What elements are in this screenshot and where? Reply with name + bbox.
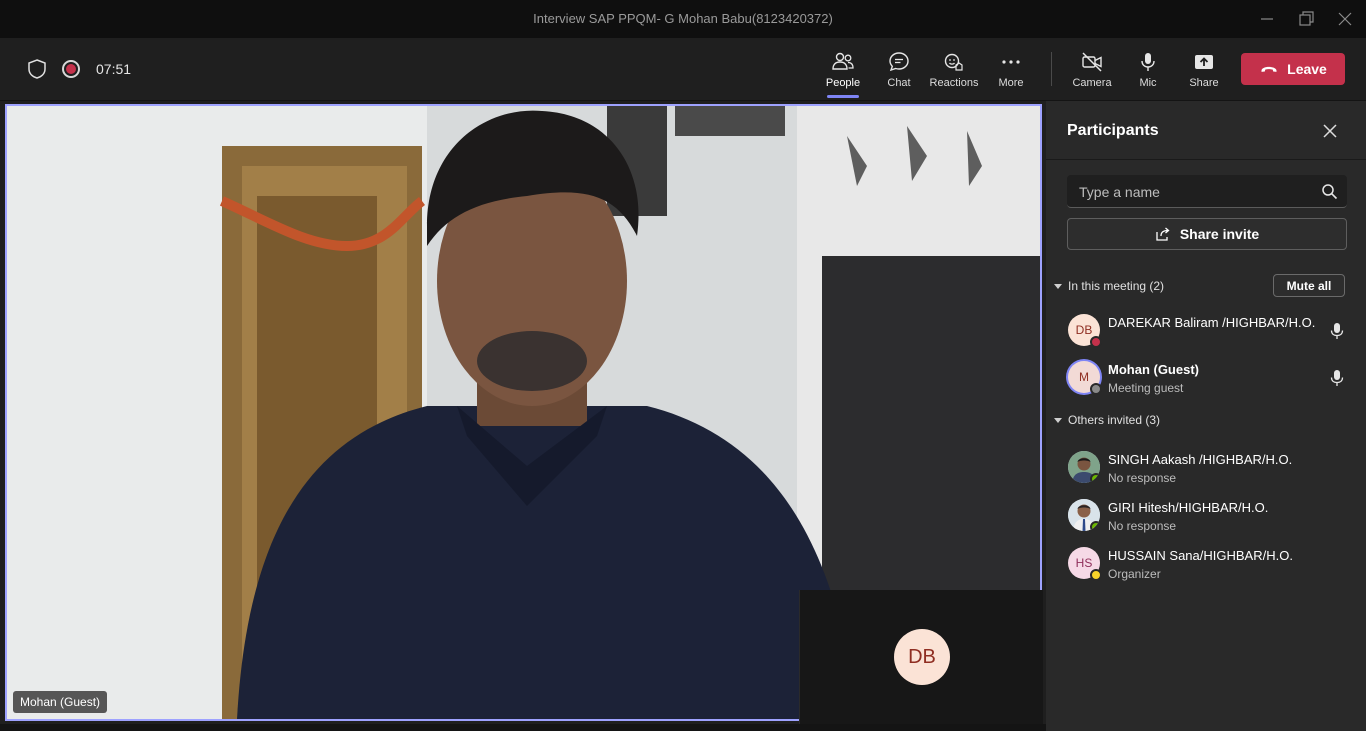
share-invite-label: Share invite	[1179, 226, 1260, 242]
participant-status-text: No response	[1108, 471, 1177, 485]
window-title: Interview SAP PPQM- G Mohan Babu(8123420…	[533, 11, 833, 26]
participant-name: GIRI Hitesh/HIGHBAR/H.O.	[1108, 500, 1269, 515]
avatar: HS	[1068, 547, 1102, 581]
shield-icon[interactable]	[26, 58, 48, 80]
reactions-icon	[944, 53, 963, 71]
minimize-icon[interactable]	[1256, 8, 1278, 30]
camera-label: Camera	[1072, 77, 1112, 89]
leave-button[interactable]: Leave	[1241, 53, 1345, 85]
meeting-toolbar: 07:51 People Chat Reactions More Camera …	[0, 38, 1366, 101]
participant-name: SINGH Aakash /HIGHBAR/H.O.	[1108, 452, 1293, 467]
bottom-strip	[0, 724, 1046, 731]
participant-search[interactable]	[1067, 175, 1347, 208]
search-icon[interactable]	[1321, 183, 1338, 200]
search-input[interactable]	[1067, 175, 1307, 208]
camera-button[interactable]: Camera	[1064, 48, 1120, 98]
busy-status-icon	[1090, 336, 1102, 348]
avatar: DB	[1068, 314, 1102, 348]
participant-row[interactable]: DB DAREKAR Baliram /HIGHBAR/H.O.	[1046, 310, 1366, 356]
chevron-down-icon	[1054, 417, 1062, 423]
others-invited-label: Others invited (3)	[1068, 413, 1161, 427]
others-invited-section-toggle[interactable]: Others invited (3)	[1054, 413, 1160, 427]
meeting-timer: 07:51	[96, 61, 132, 77]
participant-name: Mohan (Guest)	[1108, 362, 1199, 377]
mute-all-button[interactable]: Mute all	[1273, 274, 1345, 297]
title-bar: Interview SAP PPQM- G Mohan Babu(8123420…	[0, 0, 1366, 38]
panel-title: Participants	[1067, 122, 1159, 139]
leave-label: Leave	[1287, 61, 1327, 77]
close-panel-icon[interactable]	[1320, 121, 1340, 141]
share-icon	[1195, 55, 1213, 69]
participant-row[interactable]: SINGH Aakash /HIGHBAR/H.O. No response	[1046, 447, 1366, 493]
away-status-icon	[1090, 569, 1102, 581]
reactions-label: Reactions	[929, 77, 979, 89]
camera-off-icon	[1082, 52, 1102, 72]
participant-status-text: No response	[1108, 519, 1177, 533]
available-status-icon	[1090, 473, 1100, 483]
chat-icon	[889, 52, 909, 72]
participant-role: Organizer	[1108, 567, 1161, 581]
participant-row[interactable]: HS HUSSAIN Sana/HIGHBAR/H.O. Organizer	[1046, 543, 1366, 589]
in-meeting-section-toggle[interactable]: In this meeting (2)	[1054, 279, 1164, 293]
close-window-icon[interactable]	[1334, 8, 1356, 30]
hang-up-icon	[1261, 66, 1277, 72]
self-view-tile[interactable]: DB	[799, 590, 1043, 731]
self-avatar: DB	[894, 629, 950, 685]
mic-icon[interactable]	[1329, 322, 1345, 340]
chat-button[interactable]: Chat	[871, 48, 927, 98]
participant-name: HUSSAIN Sana/HIGHBAR/H.O.	[1108, 548, 1293, 563]
mic-icon[interactable]	[1329, 369, 1345, 387]
share-label: Share	[1189, 77, 1219, 89]
people-button[interactable]: People	[815, 48, 871, 98]
avatar-initials: M	[1079, 370, 1089, 384]
available-status-icon	[1090, 521, 1100, 531]
restore-icon[interactable]	[1295, 8, 1317, 30]
mic-button[interactable]: Mic	[1120, 48, 1176, 98]
chevron-down-icon	[1054, 283, 1062, 289]
meeting-info: 07:51	[26, 58, 131, 80]
more-icon	[1002, 60, 1020, 64]
offline-status-icon	[1090, 383, 1102, 395]
toolbar-divider	[1051, 52, 1052, 86]
avatar	[1068, 451, 1100, 483]
share-invite-icon	[1156, 227, 1170, 241]
avatar-initials: DB	[1075, 323, 1093, 337]
participant-row[interactable]: M Mohan (Guest) Meeting guest	[1046, 357, 1366, 403]
reactions-button[interactable]: Reactions	[926, 48, 982, 98]
recording-indicator-icon	[62, 60, 80, 78]
people-label: People	[825, 77, 861, 89]
participant-name-label: Mohan (Guest)	[13, 691, 108, 713]
participant-row[interactable]: GIRI Hitesh/HIGHBAR/H.O. No response	[1046, 495, 1366, 541]
participant-name: DAREKAR Baliram /HIGHBAR/H.O.	[1108, 315, 1316, 330]
panel-divider	[1046, 159, 1366, 160]
more-label: More	[998, 77, 1024, 89]
more-button[interactable]: More	[983, 48, 1039, 98]
people-icon	[832, 52, 854, 70]
chat-label: Chat	[887, 77, 911, 89]
mic-icon	[1141, 53, 1155, 71]
share-invite-button[interactable]: Share invite	[1067, 218, 1347, 250]
share-button[interactable]: Share	[1176, 48, 1232, 98]
avatar: M	[1068, 361, 1102, 395]
avatar-initials: HS	[1075, 556, 1093, 570]
avatar	[1068, 499, 1100, 531]
participant-role: Meeting guest	[1108, 381, 1184, 395]
mic-label: Mic	[1139, 77, 1157, 89]
in-meeting-label: In this meeting (2)	[1068, 279, 1165, 293]
participants-panel: Participants Share invite In this meetin…	[1046, 101, 1366, 731]
